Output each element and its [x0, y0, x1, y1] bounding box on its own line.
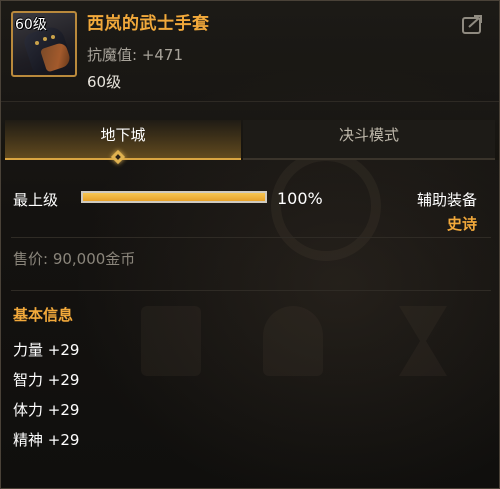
sell-price: 售价: 90,000金币 — [13, 250, 136, 268]
item-name: 西岚的武士手套 — [87, 14, 210, 34]
glove-stud — [43, 37, 47, 41]
grade-percent: 100% — [277, 189, 323, 208]
divider — [11, 237, 491, 238]
attribute-vitality: 体力 +29 — [13, 401, 80, 419]
item-rarity: 史诗 — [446, 215, 477, 233]
tab-pvp-label: 决斗模式 — [338, 126, 399, 144]
item-type: 辅助装备 — [416, 191, 477, 209]
attribute-intelligence: 智力 +29 — [13, 371, 80, 389]
item-tooltip: 60级 西岚的武士手套 抗魔值: +471 60级 地下城 决斗模式 最上级 1… — [0, 0, 500, 489]
item-stat: 抗魔值: +471 — [87, 46, 184, 64]
grade-progress-fill — [83, 193, 265, 201]
item-glove-icon: 60级 — [11, 11, 77, 77]
background-glyph — [141, 306, 201, 376]
background-glyph — [399, 306, 447, 376]
grade-progress-bar — [81, 191, 267, 203]
attribute-strength: 力量 +29 — [13, 341, 80, 359]
divider — [11, 290, 491, 291]
mode-tabs: 地下城 决斗模式 — [1, 101, 499, 165]
glove-stud — [35, 41, 39, 45]
attribute-spirit: 精神 +29 — [13, 431, 80, 449]
grade-label: 最上级 — [13, 191, 59, 209]
tab-dungeon-label: 地下城 — [100, 126, 146, 144]
background-glyph — [263, 306, 323, 376]
tab-pvp[interactable]: 决斗模式 — [243, 120, 495, 160]
basic-info-title: 基本信息 — [13, 306, 74, 324]
item-level: 60级 — [87, 73, 122, 91]
glove-stud — [51, 35, 55, 39]
item-icon-level: 60级 — [15, 17, 47, 33]
share-icon — [462, 15, 482, 34]
share-button[interactable] — [461, 13, 485, 35]
